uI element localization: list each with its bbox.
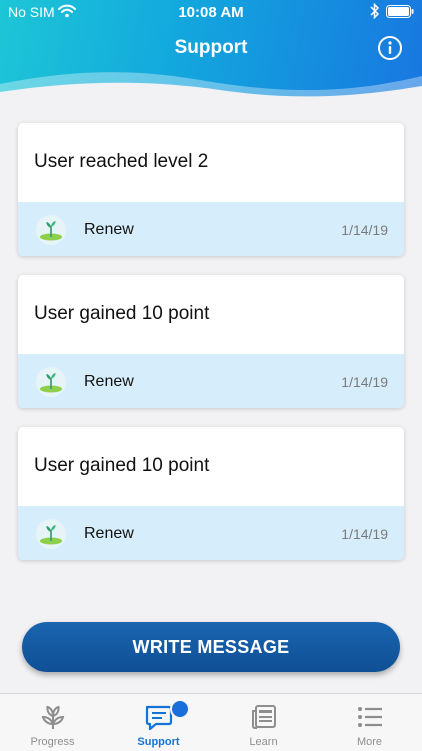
card-title: User reached level 2: [34, 151, 209, 172]
status-bar: No SIM 10:08 AM: [0, 0, 422, 24]
tab-label: More: [356, 736, 383, 748]
info-icon[interactable]: [377, 35, 403, 61]
news-icon: [252, 705, 276, 729]
card-date: 1/14/19: [341, 526, 388, 542]
clock: 10:08 AM: [178, 4, 244, 21]
card-footer: Renew 1/14/19: [18, 506, 404, 560]
write-message-button[interactable]: WRITE MESSAGE: [22, 622, 400, 672]
tab-learn[interactable]: Learn: [211, 694, 316, 751]
header: No SIM 10:08 AM Support: [0, 0, 422, 110]
tab-label: Support: [137, 736, 180, 748]
bluetooth-icon: [370, 3, 380, 19]
card-date: 1/14/19: [341, 374, 388, 390]
card-app-name: Renew: [84, 525, 134, 542]
tab-support[interactable]: Support: [106, 694, 211, 751]
notification-card[interactable]: User gained 10 point Renew 1/14/19: [18, 275, 404, 408]
tab-label: Learn: [249, 736, 278, 748]
notification-card[interactable]: User gained 10 point Renew 1/14/19: [18, 427, 404, 560]
card-date: 1/14/19: [341, 222, 388, 238]
sprout-icon: [36, 215, 66, 245]
tab-more[interactable]: More: [317, 694, 422, 751]
tab-bar: Progress Support Learn More: [0, 693, 422, 751]
card-title: User gained 10 point: [34, 303, 210, 324]
card-app-name: Renew: [84, 221, 134, 238]
page-title: Support: [174, 37, 248, 58]
card-app-name: Renew: [84, 373, 134, 390]
card-footer: Renew 1/14/19: [18, 354, 404, 408]
battery-icon: [386, 5, 414, 18]
notification-card[interactable]: User reached level 2 Renew 1/14/19: [18, 123, 404, 256]
sprout-icon: [36, 367, 66, 397]
tab-progress[interactable]: Progress: [0, 694, 105, 751]
notification-badge: [170, 699, 190, 719]
list-icon: [358, 707, 382, 727]
tab-label: Progress: [30, 736, 75, 748]
header-wave: [0, 72, 422, 110]
sprout-icon: [36, 519, 66, 549]
card-footer: Renew 1/14/19: [18, 202, 404, 256]
sprout-outline-icon: [41, 705, 65, 729]
card-title: User gained 10 point: [34, 455, 210, 476]
